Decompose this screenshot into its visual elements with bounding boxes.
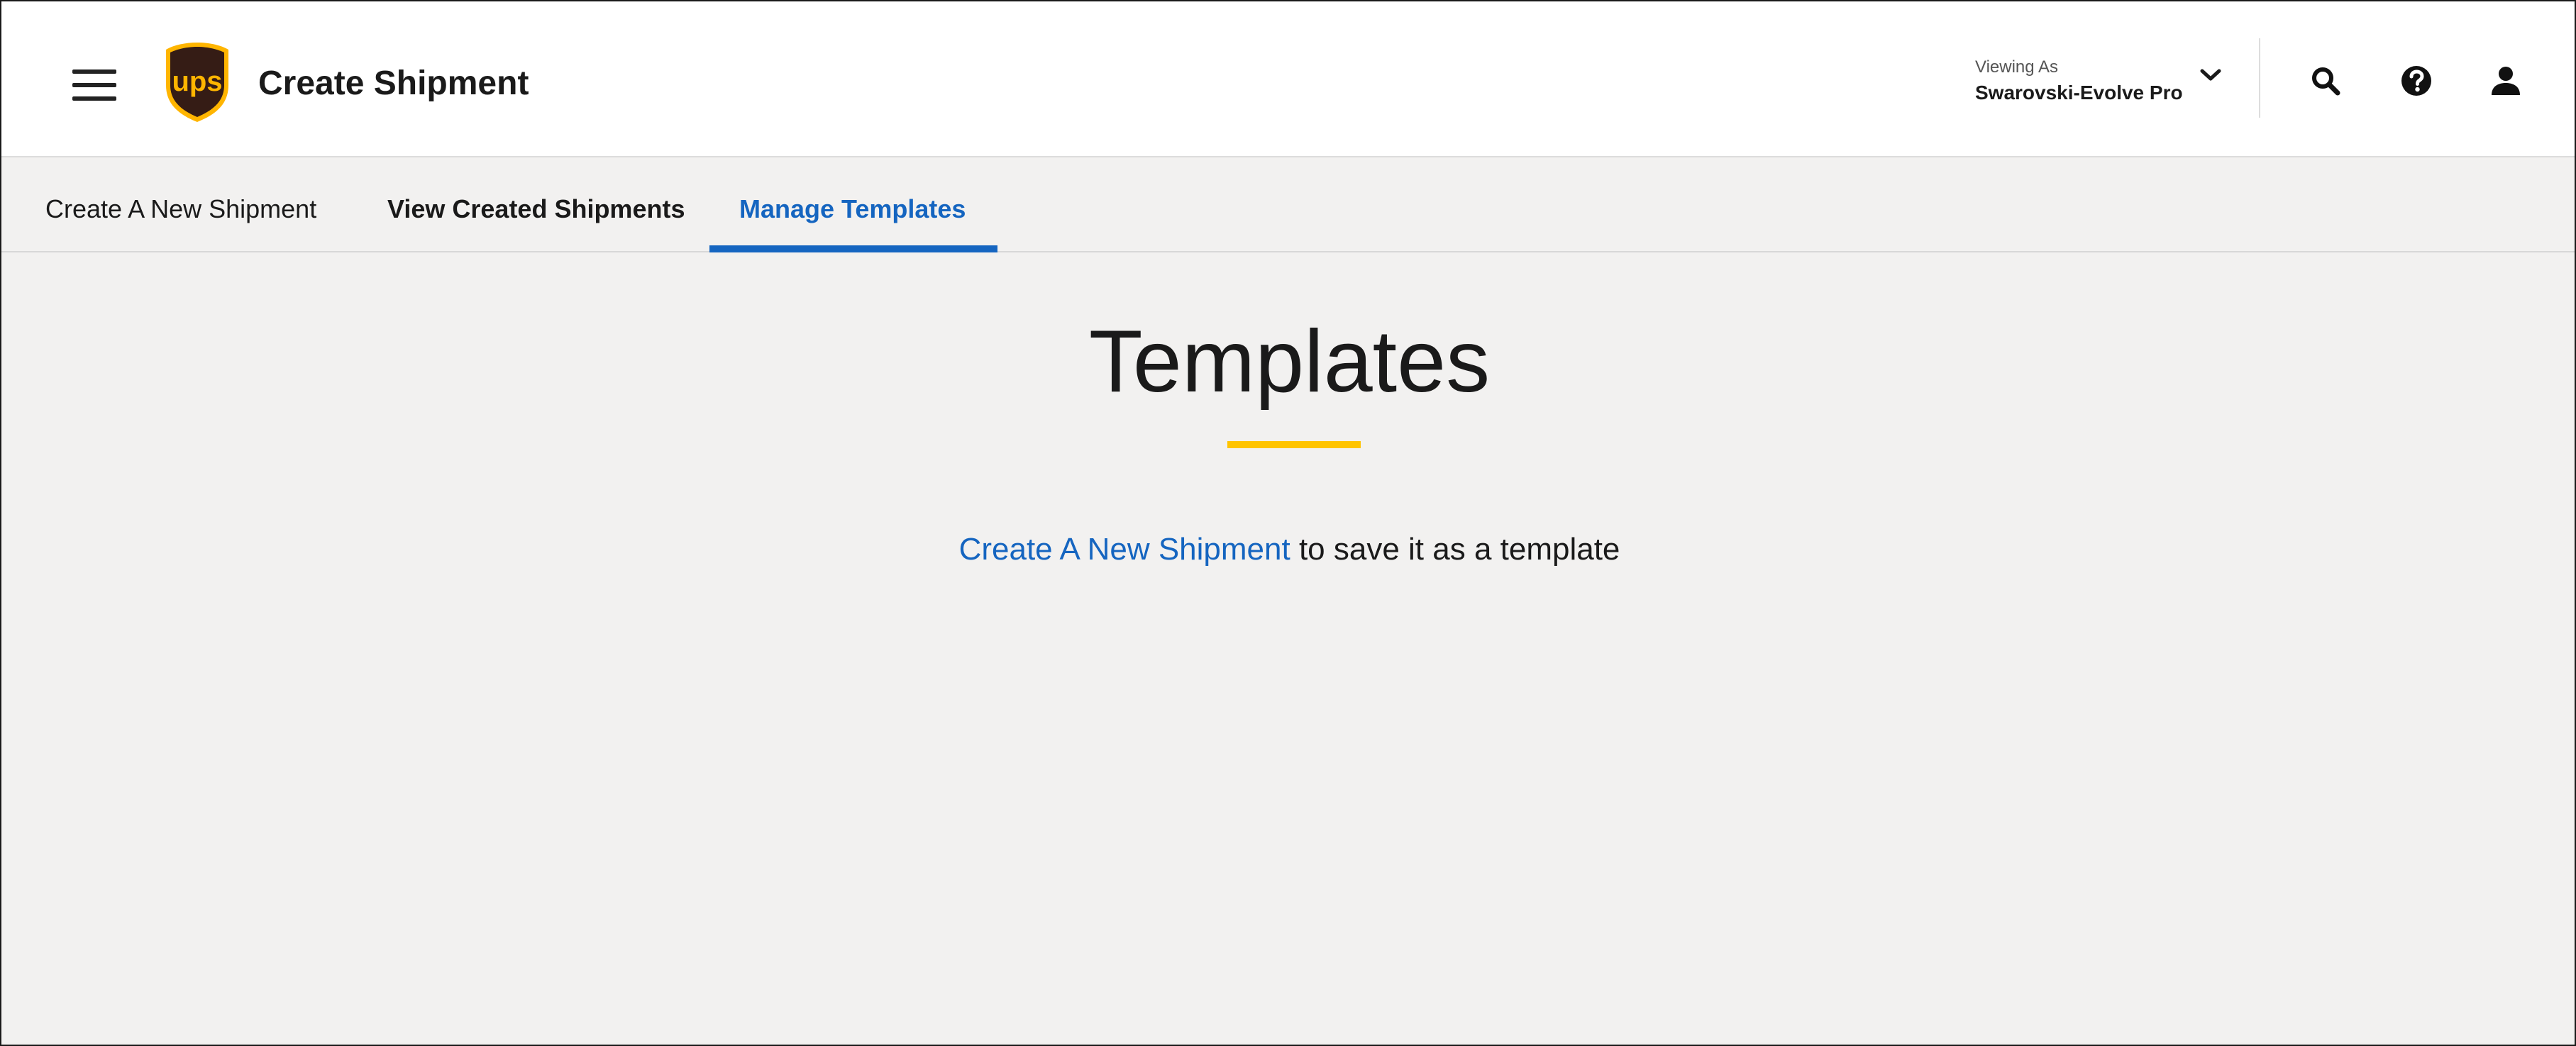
header-divider [2259, 38, 2260, 118]
app-header: ups Create Shipment Viewing As Swarovski… [1, 1, 2575, 157]
app-title: Create Shipment [258, 65, 529, 102]
tab-create-new-shipment[interactable]: Create A New Shipment [45, 157, 336, 251]
tab-label: Create A New Shipment [45, 194, 317, 223]
help-icon[interactable] [2399, 64, 2433, 98]
menu-icon[interactable] [72, 69, 116, 101]
ups-logo[interactable]: ups [163, 41, 231, 123]
viewing-as-selector[interactable]: Viewing As Swarovski-Evolve Pro [1975, 57, 2230, 106]
empty-state-message: Create A New Shipment to save it as a te… [1, 530, 2575, 569]
active-tab-indicator [709, 245, 997, 252]
app-window: ups Create Shipment Viewing As Swarovski… [0, 0, 2576, 1046]
profile-icon[interactable] [2489, 64, 2523, 98]
search-icon[interactable] [2309, 64, 2343, 98]
tab-manage-templates[interactable]: Manage Templates [709, 157, 997, 252]
viewing-as-label: Viewing As [1975, 57, 2058, 77]
create-new-shipment-link[interactable]: Create A New Shipment [959, 532, 1290, 567]
chevron-down-icon[interactable] [2198, 67, 2223, 84]
empty-state-text: to save it as a template [1290, 532, 1620, 567]
svg-text:ups: ups [172, 66, 222, 97]
title-accent-bar [1227, 441, 1361, 448]
tab-bar: Create A New Shipment View Created Shipm… [1, 157, 2575, 252]
page-title: Templates [1088, 313, 1491, 411]
tab-label: Manage Templates [739, 194, 966, 223]
tab-view-created-shipments[interactable]: View Created Shipments [387, 157, 685, 251]
viewing-as-value: Swarovski-Evolve Pro [1975, 82, 2183, 104]
tab-label: View Created Shipments [387, 194, 685, 223]
